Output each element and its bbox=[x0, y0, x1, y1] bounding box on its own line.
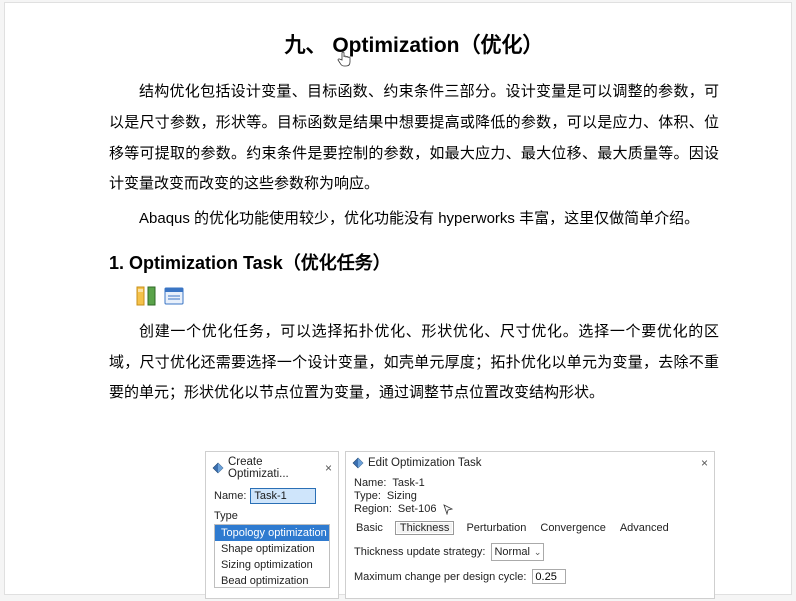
max-change-label: Maximum change per design cycle: bbox=[354, 571, 526, 583]
dialogs-figure: Create Optimizati... × Name: Type Topolo… bbox=[205, 451, 715, 601]
region-label: Region: bbox=[354, 503, 392, 515]
type-value: Sizing bbox=[387, 490, 417, 502]
strategy-value: Normal bbox=[494, 546, 529, 558]
tab-basic[interactable]: Basic bbox=[354, 522, 385, 534]
close-icon[interactable]: × bbox=[325, 461, 332, 475]
name-label: Name: bbox=[354, 477, 386, 489]
paragraph: Abaqus 的优化功能使用较少，优化功能没有 hyperworks 丰富，这里… bbox=[109, 204, 719, 235]
paragraph: 结构优化包括设计变量、目标函数、约束条件三部分。设计变量是可以调整的参数，可以是… bbox=[109, 77, 719, 200]
document-page: 九、 Optimization（优化） 结构优化包括设计变量、目标函数、约束条件… bbox=[4, 2, 792, 595]
dialog-titlebar: Create Optimizati... × bbox=[206, 452, 338, 482]
app-diamond-icon bbox=[352, 457, 364, 469]
type-listbox[interactable]: Topology optimization Shape optimization… bbox=[214, 524, 330, 588]
dialog-titlebar: Edit Optimization Task × bbox=[346, 452, 714, 472]
subsection-heading: 1. Optimization Task（优化任务） bbox=[109, 249, 719, 275]
chevron-down-icon: ⌄ bbox=[534, 547, 542, 558]
tab-thickness[interactable]: Thickness bbox=[395, 521, 455, 535]
strategy-select[interactable]: Normal ⌄ bbox=[491, 543, 544, 561]
type-label: Type: bbox=[354, 490, 381, 502]
region-value: Set-106 bbox=[398, 503, 437, 515]
tab-advanced[interactable]: Advanced bbox=[618, 522, 671, 534]
list-item[interactable]: Topology optimization bbox=[215, 525, 329, 541]
toolbar-icons bbox=[135, 285, 719, 307]
paragraph: 创建一个优化任务，可以选择拓扑优化、形状优化、尺寸优化。选择一个要优化的区域，尺… bbox=[109, 317, 719, 409]
dialog-title: Edit Optimization Task bbox=[368, 457, 701, 469]
app-diamond-icon bbox=[212, 462, 224, 474]
tab-perturbation[interactable]: Perturbation bbox=[464, 522, 528, 534]
create-task-icon bbox=[135, 285, 157, 307]
type-label: Type bbox=[214, 510, 330, 522]
name-value: Task-1 bbox=[392, 477, 424, 489]
close-icon[interactable]: × bbox=[701, 456, 708, 470]
dialog-title: Create Optimizati... bbox=[228, 456, 325, 480]
list-item[interactable]: Sizing optimization bbox=[215, 557, 329, 573]
name-label: Name: bbox=[214, 490, 246, 502]
task-name-input[interactable] bbox=[250, 488, 316, 504]
tab-convergence[interactable]: Convergence bbox=[538, 522, 607, 534]
section-title: 九、 Optimization（优化） bbox=[109, 29, 719, 59]
list-item[interactable]: Shape optimization bbox=[215, 541, 329, 557]
strategy-label: Thickness update strategy: bbox=[354, 546, 485, 558]
list-item[interactable]: Bead optimization bbox=[215, 573, 329, 588]
pick-region-icon[interactable] bbox=[442, 503, 454, 515]
edit-task-icon bbox=[163, 285, 185, 307]
tab-bar: Basic Thickness Perturbation Convergence… bbox=[354, 521, 706, 535]
edit-optimization-dialog: Edit Optimization Task × Name: Task-1 Typ… bbox=[345, 451, 715, 599]
create-optimization-dialog: Create Optimizati... × Name: Type Topolo… bbox=[205, 451, 339, 599]
max-change-input[interactable] bbox=[532, 569, 566, 584]
